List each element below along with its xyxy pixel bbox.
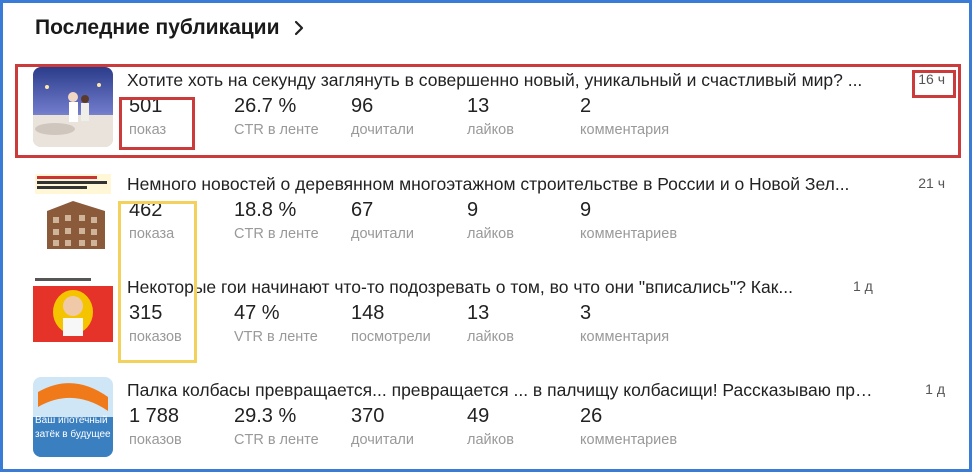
stat-impressions: 501 показ bbox=[129, 93, 249, 141]
svg-text:Ваш ипотечный: Ваш ипотечный bbox=[35, 415, 108, 426]
stat-label: CTR в ленте bbox=[234, 226, 319, 242]
stat-comments: 26 комментариев bbox=[580, 403, 700, 451]
stat-label: лайков bbox=[467, 122, 514, 138]
stat-impressions: 315 показов bbox=[129, 300, 249, 348]
stat-ctr: 26.7 % CTR в ленте bbox=[234, 93, 354, 141]
stat-likes: 13 лайков bbox=[467, 300, 587, 348]
stat-label: комментариев bbox=[580, 226, 678, 242]
stat-read: 96 дочитали bbox=[351, 93, 471, 141]
stat-watched: 148 посмотрели bbox=[351, 300, 471, 348]
stat-label: лайков bbox=[467, 432, 514, 448]
stat-value: 96 bbox=[351, 95, 374, 117]
stat-likes: 9 лайков bbox=[467, 197, 587, 245]
stat-value: 3 bbox=[580, 302, 592, 324]
stat-impressions: 462 показа bbox=[129, 197, 249, 245]
stat-value: 462 bbox=[129, 199, 163, 221]
stat-label: посмотрели bbox=[351, 329, 431, 345]
stat-ctr: 18.8 % CTR в ленте bbox=[234, 197, 354, 245]
stat-label: лайков bbox=[467, 226, 514, 242]
publication-thumbnail bbox=[33, 67, 113, 147]
stat-comments: 3 комментария bbox=[580, 300, 700, 348]
stat-label: показ bbox=[129, 122, 167, 138]
publication-title[interactable]: Немного новостей о деревянном многоэтажн… bbox=[127, 174, 849, 195]
publication-title[interactable]: Палка колбасы превращается... превращает… bbox=[127, 380, 879, 401]
stat-value: 47 % bbox=[234, 302, 280, 324]
stat-read: 370 дочитали bbox=[351, 403, 471, 451]
publication-time: 21 ч bbox=[918, 175, 945, 191]
publication-title[interactable]: Хотите хоть на секунду заглянуть в совер… bbox=[127, 70, 862, 91]
stat-impressions: 1 788 показов bbox=[129, 403, 249, 451]
stat-label: VTR в ленте bbox=[234, 329, 318, 345]
publication-thumbnail: Ваш ипотечный затёк в будущее bbox=[33, 377, 113, 457]
stat-label: дочитали bbox=[351, 226, 414, 242]
publication-thumbnail bbox=[33, 171, 113, 251]
stat-likes: 49 лайков bbox=[467, 403, 587, 451]
publication-row[interactable]: Ваш ипотечный затёк в будущее Палка колб… bbox=[33, 377, 949, 463]
stat-read: 67 дочитали bbox=[351, 197, 471, 245]
publication-time: 1 д bbox=[925, 381, 945, 397]
stat-value: 1 788 bbox=[129, 405, 180, 427]
stat-value: 18.8 % bbox=[234, 199, 297, 221]
svg-text:затёк в будущее: затёк в будущее bbox=[35, 428, 111, 440]
stat-vtr: 47 % VTR в ленте bbox=[234, 300, 354, 348]
stat-ctr: 29.3 % CTR в ленте bbox=[234, 403, 354, 451]
publication-time: 1 д bbox=[853, 278, 873, 294]
stat-value: 148 bbox=[351, 302, 385, 324]
publication-row[interactable]: Немного новостей о деревянном многоэтажн… bbox=[33, 171, 949, 257]
stat-label: комментариев bbox=[580, 432, 678, 448]
stat-label: комментария bbox=[580, 122, 670, 138]
publication-title[interactable]: Некоторые гои начинают что-то подозреват… bbox=[127, 277, 793, 298]
stat-value: 26.7 % bbox=[234, 95, 297, 117]
stat-likes: 13 лайков bbox=[467, 93, 587, 141]
recent-publications-header[interactable]: Последние публикации bbox=[35, 13, 307, 43]
stat-label: CTR в ленте bbox=[234, 432, 319, 448]
publication-row[interactable]: Некоторые гои начинают что-то подозреват… bbox=[33, 274, 949, 360]
stat-value: 9 bbox=[580, 199, 592, 221]
chevron-right-icon bbox=[293, 20, 307, 36]
stat-label: лайков bbox=[467, 329, 514, 345]
stat-label: дочитали bbox=[351, 432, 414, 448]
stat-label: показов bbox=[129, 329, 182, 345]
stat-comments: 9 комментариев bbox=[580, 197, 700, 245]
stat-value: 370 bbox=[351, 405, 385, 427]
stat-value: 501 bbox=[129, 95, 163, 117]
stat-value: 67 bbox=[351, 199, 374, 221]
stat-label: комментария bbox=[580, 329, 670, 345]
stat-value: 13 bbox=[467, 302, 490, 324]
publication-time: 16 ч bbox=[918, 71, 945, 87]
section-title: Последние публикации bbox=[35, 16, 280, 39]
stat-label: показа bbox=[129, 226, 175, 242]
stat-value: 29.3 % bbox=[234, 405, 297, 427]
stat-label: показов bbox=[129, 432, 182, 448]
publication-row[interactable]: Хотите хоть на секунду заглянуть в совер… bbox=[33, 67, 949, 153]
stat-value: 315 bbox=[129, 302, 163, 324]
stat-value: 2 bbox=[580, 95, 592, 117]
stat-value: 49 bbox=[467, 405, 490, 427]
stat-label: дочитали bbox=[351, 122, 414, 138]
stat-comments: 2 комментария bbox=[580, 93, 700, 141]
stat-value: 13 bbox=[467, 95, 490, 117]
publication-thumbnail bbox=[33, 274, 113, 354]
publications-panel: Последние публикации Хотите хоть на секу… bbox=[0, 0, 972, 472]
stat-label: CTR в ленте bbox=[234, 122, 319, 138]
stat-value: 9 bbox=[467, 199, 479, 221]
stat-value: 26 bbox=[580, 405, 603, 427]
